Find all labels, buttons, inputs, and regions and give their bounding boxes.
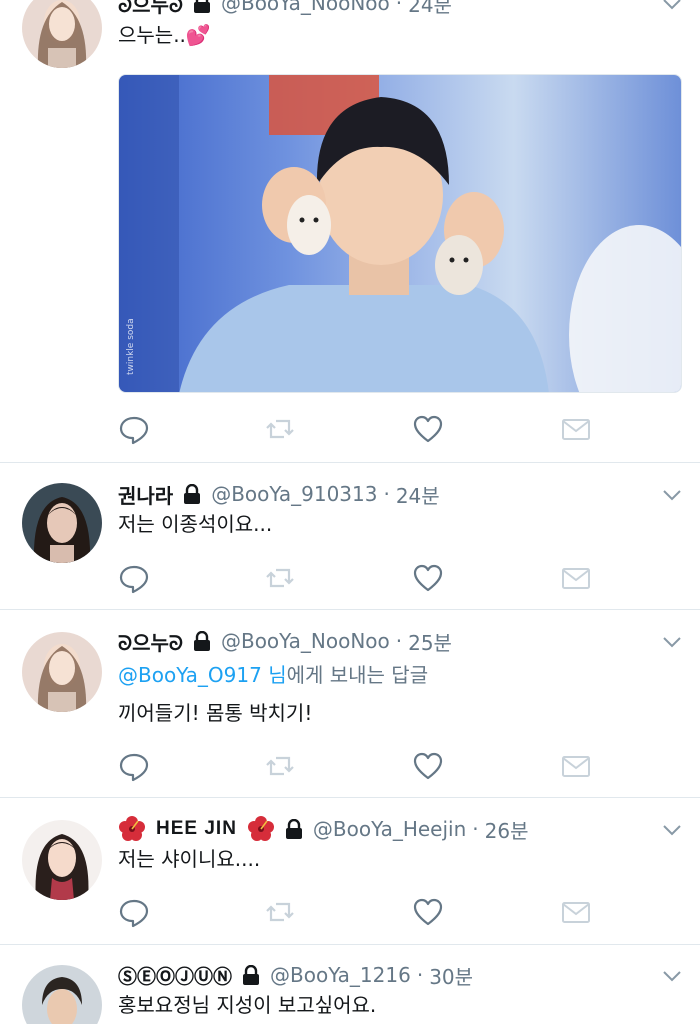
tweet-header: ⓈⒺⓄⒿⓊⓃ @BooYa_1216 · 30분 — [118, 960, 640, 990]
like-button[interactable] — [412, 896, 444, 928]
heart-icon — [413, 752, 443, 780]
reply-mention-suffix[interactable]: 님 — [268, 663, 286, 687]
user-handle[interactable]: @BooYa_910313 — [211, 482, 377, 506]
lock-icon — [193, 0, 210, 13]
display-name[interactable]: ⓈⒺⓄⒿⓊⓃ — [118, 962, 232, 989]
retweet-button[interactable] — [264, 562, 296, 594]
tweet-text: 홍보요정님 지성이 보고싶어요. — [118, 993, 377, 1017]
watermark-text: twinkle soda — [126, 318, 136, 375]
retweet-icon — [266, 756, 294, 776]
like-button[interactable] — [412, 413, 444, 445]
tweet-3[interactable]: ᘐ으누ᘐ @BooYa_NooNoo · 25분 @BooYa_O917 님에게… — [0, 610, 700, 798]
avatar[interactable] — [22, 483, 102, 563]
user-handle[interactable]: @BooYa_Heejin — [313, 817, 466, 841]
display-name-text: HEE JIN — [156, 818, 237, 839]
display-name[interactable]: ᘐ으누ᘐ — [118, 627, 183, 656]
heart-icon — [413, 898, 443, 926]
tweet-2[interactable]: 권나라 @BooYa_910313 · 24분 저는 이종석이요... — [0, 463, 700, 610]
retweet-icon — [266, 568, 294, 588]
dm-button[interactable] — [560, 562, 592, 594]
lock-icon — [285, 819, 302, 839]
separator-dot: · — [395, 0, 403, 15]
reply-icon — [119, 416, 149, 445]
dm-button[interactable] — [560, 413, 592, 445]
avatar[interactable] — [22, 965, 102, 1024]
user-handle[interactable]: @BooYa_NooNoo — [221, 629, 390, 653]
timestamp[interactable]: 24분 — [408, 0, 452, 18]
like-button[interactable] — [412, 750, 444, 782]
chevron-down-icon[interactable] — [662, 636, 682, 648]
reply-context-text: 에게 보내는 답글 — [286, 663, 429, 687]
heart-icon — [413, 415, 443, 443]
envelope-icon — [562, 568, 590, 589]
timestamp[interactable]: 26분 — [485, 815, 529, 844]
tweet-5[interactable]: ⓈⒺⓄⒿⓊⓃ @BooYa_1216 · 30분 홍보요정님 지성이 보고싶어요… — [0, 945, 700, 1024]
envelope-icon — [562, 419, 590, 440]
display-name[interactable]: ᘐ으누ᘐ — [118, 0, 183, 18]
hibiscus-icon — [247, 816, 274, 841]
chevron-down-icon[interactable] — [662, 0, 682, 10]
tweet-text: 저는 이종석이요... — [118, 512, 273, 536]
hibiscus-icon — [119, 816, 145, 841]
tweet-text-body: 으누는.. — [118, 23, 186, 47]
tweet-actions — [118, 896, 598, 928]
tweet-text: 저는 샤이니요.... — [118, 847, 261, 871]
lock-icon — [184, 484, 201, 504]
reply-mention-link[interactable]: @BooYa_O917 — [118, 663, 262, 687]
tweet-header: HEE JIN @BooYa_Heejin · 26분 — [118, 814, 640, 844]
envelope-icon — [562, 902, 590, 923]
avatar[interactable] — [22, 0, 102, 68]
dm-button[interactable] — [560, 896, 592, 928]
reply-icon — [119, 565, 149, 594]
reply-icon — [119, 753, 149, 782]
heart-icon — [413, 564, 443, 592]
tweet-photo[interactable]: twinkle soda — [118, 74, 682, 393]
separator-dot: · — [383, 482, 390, 506]
envelope-icon — [562, 756, 590, 777]
chevron-down-icon[interactable] — [662, 824, 682, 836]
like-button[interactable] — [412, 562, 444, 594]
display-name[interactable]: 권나라 — [118, 480, 173, 509]
avatar[interactable] — [22, 632, 102, 712]
retweet-button[interactable] — [264, 413, 296, 445]
chevron-down-icon[interactable] — [662, 489, 682, 501]
separator-dot: · — [416, 963, 424, 987]
timestamp[interactable]: 24분 — [396, 480, 440, 509]
reply-button[interactable] — [118, 896, 150, 928]
separator-dot: · — [472, 817, 479, 841]
tweet-header: 권나라 @BooYa_910313 · 24분 — [118, 479, 640, 509]
dm-button[interactable] — [560, 750, 592, 782]
chevron-down-icon[interactable] — [662, 970, 682, 982]
user-handle[interactable]: @BooYa_1216 — [270, 963, 411, 987]
tweet-4[interactable]: HEE JIN @BooYa_Heejin · 26분 저는 샤이니요.... — [0, 798, 700, 945]
reply-icon — [119, 899, 149, 928]
tweet-header: ᘐ으누ᘐ @BooYa_NooNoo · 25분 — [118, 626, 640, 656]
lock-icon — [243, 965, 260, 985]
avatar[interactable] — [22, 820, 102, 900]
timestamp[interactable]: 25분 — [408, 627, 452, 656]
timestamp[interactable]: 30분 — [429, 961, 473, 990]
retweet-button[interactable] — [264, 750, 296, 782]
display-name[interactable]: HEE JIN — [118, 815, 275, 843]
user-handle[interactable]: @BooYa_NooNoo — [221, 0, 390, 15]
reply-button[interactable] — [118, 413, 150, 445]
lock-icon — [193, 631, 210, 651]
tweet-1[interactable]: ᘐ으누ᘐ @BooYa_NooNoo · 24분 으누는..💕 twinkle … — [0, 0, 700, 463]
reply-button[interactable] — [118, 750, 150, 782]
separator-dot: · — [395, 629, 403, 653]
tweet-header: ᘐ으누ᘐ @BooYa_NooNoo · 24분 — [118, 0, 640, 18]
tweet-actions — [118, 750, 598, 782]
retweet-button[interactable] — [264, 896, 296, 928]
tweet-text: 끼어들기! 몸통 박치기! — [118, 701, 313, 725]
reply-button[interactable] — [118, 562, 150, 594]
tweet-actions — [118, 413, 598, 445]
retweet-icon — [266, 902, 294, 922]
tweet-actions — [118, 562, 598, 594]
tweet-text: 으누는..💕 — [118, 20, 670, 50]
two-hearts-emoji: 💕 — [185, 23, 211, 47]
retweet-icon — [266, 419, 294, 439]
reply-context: @BooYa_O917 님에게 보내는 답글 — [118, 660, 670, 690]
